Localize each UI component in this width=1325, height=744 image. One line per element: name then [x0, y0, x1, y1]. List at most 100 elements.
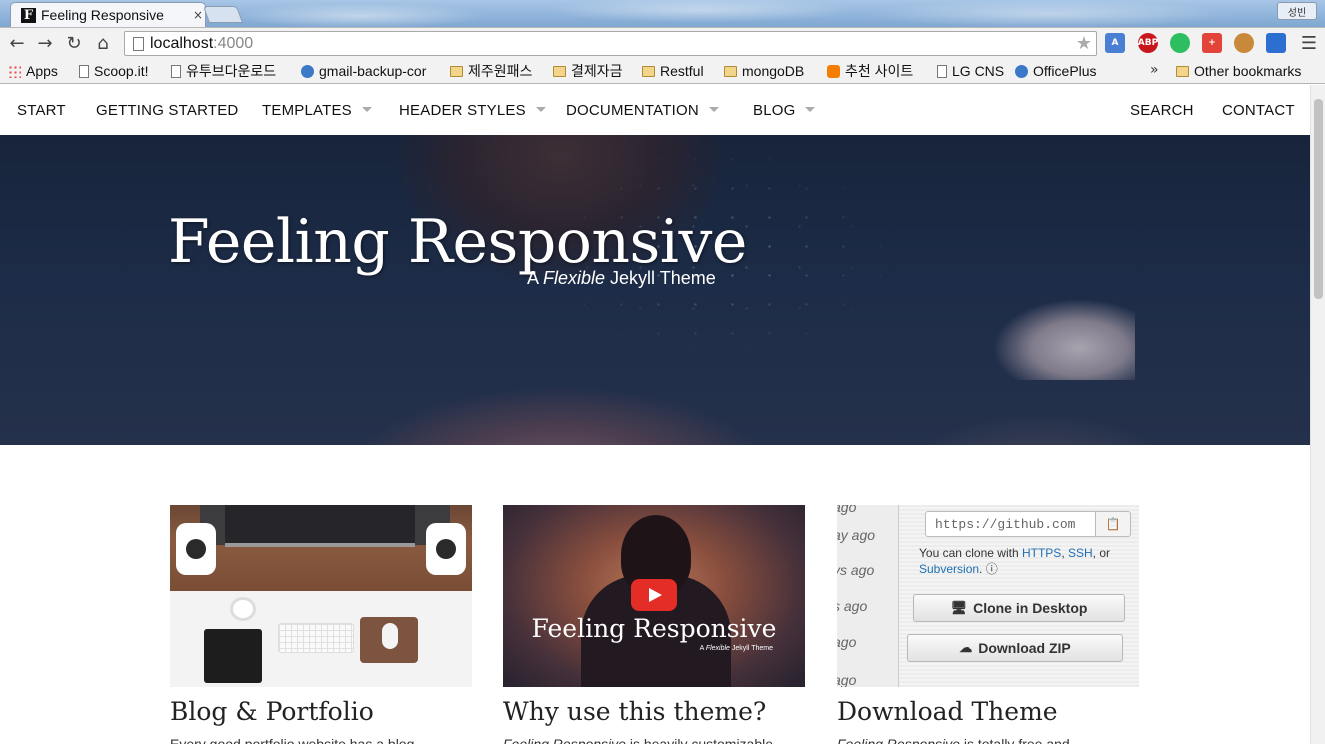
nav-item-header-styles[interactable]: HEADER STYLES — [399, 102, 546, 119]
card-download-theme: ago ay ago ys ago s ago ago ago https://… — [837, 505, 1139, 744]
video-thumbnail[interactable]: Feeling Responsive A Flexible Jekyll The… — [503, 505, 805, 687]
clipboard-icon[interactable]: 📋 — [1095, 511, 1131, 537]
tab-close-icon[interactable]: × — [193, 8, 203, 22]
address-host: localhost — [150, 34, 214, 52]
youtube-play-icon[interactable] — [631, 579, 677, 611]
bookmark-label: mongoDB — [742, 63, 805, 79]
new-tab-button[interactable] — [202, 6, 244, 23]
bookmark-item[interactable]: gmail-backup-cor — [301, 61, 426, 81]
cloud-download-icon: ☁ — [959, 640, 973, 655]
bookmark-item[interactable]: 유투브다운로드 — [171, 61, 276, 81]
browser-toolbar: ← → ↻ ⌂ localhost:4000 ★ A ABP + ☰ — [0, 27, 1325, 58]
bookmark-item[interactable]: OfficePlus — [1015, 61, 1097, 81]
bookmarks-overflow-button[interactable]: » — [1150, 62, 1159, 78]
bookmark-label: Apps — [26, 63, 58, 79]
page-icon — [171, 64, 181, 78]
clone-url-field[interactable]: https://github.com — [925, 511, 1097, 537]
reload-icon[interactable]: ↻ — [63, 32, 85, 54]
browser-tab-active[interactable]: F Feeling Responsive × — [10, 2, 206, 27]
commit-ago: ago — [837, 634, 857, 650]
bookmark-item[interactable]: 결제자금 — [553, 61, 623, 81]
bookmark-item[interactable]: LG CNS — [937, 61, 1004, 81]
bookmark-item[interactable]: Apps — [8, 61, 58, 81]
bookmark-item[interactable]: Scoop.it! — [79, 61, 148, 81]
hero-banner: Feeling Responsive A Flexible Jekyll The… — [0, 135, 1310, 445]
bookmark-item[interactable]: 제주원패스 — [450, 61, 532, 81]
commit-ago: ys ago — [837, 562, 875, 578]
caret-down-icon — [535, 107, 546, 112]
nav-item-start[interactable]: START — [17, 102, 66, 119]
shield-extension-icon[interactable] — [1266, 33, 1286, 53]
nav-item-getting-started[interactable]: GETTING STARTED — [96, 102, 238, 119]
bookmark-item[interactable]: 추천 사이트 — [827, 61, 913, 81]
nav-item-documentation[interactable]: DOCUMENTATION — [566, 102, 719, 119]
site-nav: START GETTING STARTED TEMPLATES HEADER STYL… — [0, 85, 1310, 135]
blogger-icon — [827, 64, 840, 78]
tablet — [204, 629, 262, 683]
download-zip-button[interactable]: ☁ Download ZIP — [907, 634, 1123, 662]
page-scrollbar[interactable] — [1310, 85, 1325, 744]
video-subtitle: A Flexible Jekyll Theme — [699, 645, 773, 652]
card-text: Feeling Responsive is totally free and — [837, 736, 1070, 744]
round-icon — [1015, 64, 1028, 78]
nav-label: DOCUMENTATION — [566, 102, 699, 119]
folder-icon — [724, 65, 737, 77]
back-arrow-icon[interactable]: ← — [6, 32, 28, 54]
adblock-plus-icon[interactable]: ABP — [1138, 33, 1158, 53]
home-icon[interactable]: ⌂ — [92, 32, 114, 54]
github-clone-image[interactable]: ago ay ago ys ago s ago ago ago https://… — [837, 505, 1139, 687]
scroll-thumb[interactable] — [1314, 99, 1323, 299]
forward-arrow-icon[interactable]: → — [34, 32, 56, 54]
subversion-link[interactable]: Subversion — [919, 562, 979, 576]
nav-label: GETTING STARTED — [96, 102, 239, 119]
profile-button[interactable]: 성빈 — [1277, 2, 1317, 20]
video-title: Feeling Responsive — [531, 614, 777, 643]
card-why-use-theme: Feeling Responsive A Flexible Jekyll The… — [503, 505, 805, 744]
tab-title: Feeling Responsive — [41, 7, 164, 23]
hero-title: Feeling Responsive — [168, 207, 747, 277]
card-title[interactable]: Blog & Portfolio — [170, 697, 472, 726]
other-bookmarks-folder[interactable]: Other bookmarks — [1176, 61, 1301, 81]
bookmark-label: Other bookmarks — [1194, 63, 1302, 79]
cookie-extension-icon[interactable] — [1234, 33, 1254, 53]
bookmark-item[interactable]: mongoDB — [724, 61, 804, 81]
ssh-link[interactable]: SSH — [1068, 546, 1093, 560]
card-title[interactable]: Download Theme — [837, 697, 1139, 726]
desk-workspace-image[interactable] — [170, 505, 472, 687]
speaker-left — [176, 523, 216, 575]
main-content: Blog & Portfolio Every good portfolio we… — [0, 445, 1310, 744]
monitor-icon: 🖥 — [950, 600, 968, 615]
bookmark-item[interactable]: Restful — [642, 61, 704, 81]
translate-extension-icon[interactable]: A — [1105, 33, 1125, 53]
plus-extension-icon[interactable]: + — [1202, 33, 1222, 53]
card-text: Every good portfolio website has a blog. — [170, 736, 419, 744]
commit-ago: ago — [837, 672, 857, 687]
nav-item-contact[interactable]: CONTACT — [1222, 102, 1295, 119]
speaker-right — [426, 523, 466, 575]
coffee-cup — [230, 597, 256, 621]
favicon-icon: F — [21, 7, 36, 23]
bookmark-star-icon[interactable]: ★ — [1076, 33, 1092, 54]
nav-label: BLOG — [753, 102, 796, 119]
nav-item-search[interactable]: SEARCH — [1130, 102, 1194, 119]
https-link[interactable]: HTTPS — [1022, 546, 1061, 560]
card-title[interactable]: Why use this theme? — [503, 697, 805, 726]
nav-label: HEADER STYLES — [399, 102, 526, 119]
page-icon — [937, 64, 947, 78]
hero-subtitle: A Flexible Jekyll Theme — [527, 268, 716, 288]
nav-label: START — [17, 102, 66, 119]
card-text: Feeling Responsive is heavily customizab… — [503, 736, 774, 744]
keyboard — [278, 623, 354, 653]
evernote-web-clipper-icon[interactable] — [1170, 33, 1190, 53]
bookmark-label: 결제자금 — [571, 63, 623, 79]
caret-down-icon — [361, 107, 372, 112]
bookmark-label: 유투브다운로드 — [186, 63, 277, 79]
menu-icon[interactable]: ☰ — [1298, 32, 1320, 54]
nav-item-templates[interactable]: TEMPLATES — [262, 102, 372, 119]
nav-item-blog[interactable]: BLOG — [753, 102, 816, 119]
caret-down-icon — [708, 107, 719, 112]
bookmark-label: Restful — [660, 63, 704, 79]
address-bar[interactable]: localhost:4000 ★ — [124, 31, 1097, 56]
clone-instructions: You can clone with HTTPS, SSH, or Subver… — [919, 546, 1111, 576]
clone-in-desktop-button[interactable]: 🖥 Clone in Desktop — [913, 594, 1125, 622]
